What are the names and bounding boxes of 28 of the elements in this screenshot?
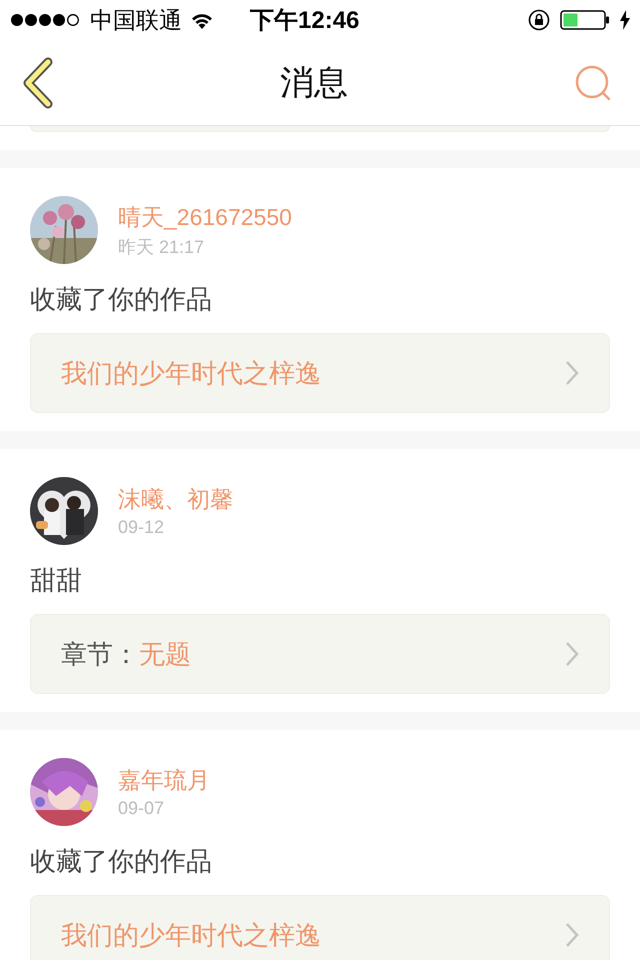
charging-icon <box>620 10 630 30</box>
message-text: 收藏了你的作品 <box>30 283 213 316</box>
user-name: 沫曦、初馨 <box>118 485 233 514</box>
link-card[interactable]: 我们的少年时代之梓逸 <box>30 895 610 960</box>
clock-time: 下午12:46 <box>250 6 360 36</box>
work-title: 我们的少年时代之梓逸 <box>61 358 321 388</box>
message-text: 甜甜 <box>30 564 83 597</box>
rotation-lock-icon <box>528 9 550 31</box>
message-time: 昨天 21:17 <box>118 236 206 258</box>
signal-icon <box>10 13 82 27</box>
chevron-right-icon <box>565 641 579 667</box>
page-title: 消息 <box>280 62 348 104</box>
user-name: 嘉年琉月 <box>118 766 210 795</box>
chevron-right-icon <box>565 922 579 948</box>
back-button[interactable] <box>22 56 54 108</box>
user-name: 晴天_261672550 <box>118 202 292 232</box>
work-title: 我们的少年时代之梓逸 <box>61 920 321 950</box>
search-button[interactable] <box>574 64 612 102</box>
message-time: 09-12 <box>118 517 166 538</box>
carrier-name: 中国联通 <box>90 6 182 34</box>
link-card[interactable]: 我们的少年时代之梓逸 <box>30 333 610 413</box>
battery-icon <box>560 10 610 30</box>
message-time: 09-07 <box>118 798 166 819</box>
chapter-title: 无题 <box>139 638 191 668</box>
chapter-label: 章节： <box>61 638 139 668</box>
chevron-right-icon <box>565 360 579 386</box>
link-card[interactable]: 章节：无题 <box>30 614 610 694</box>
message-text: 收藏了你的作品 <box>30 845 213 878</box>
